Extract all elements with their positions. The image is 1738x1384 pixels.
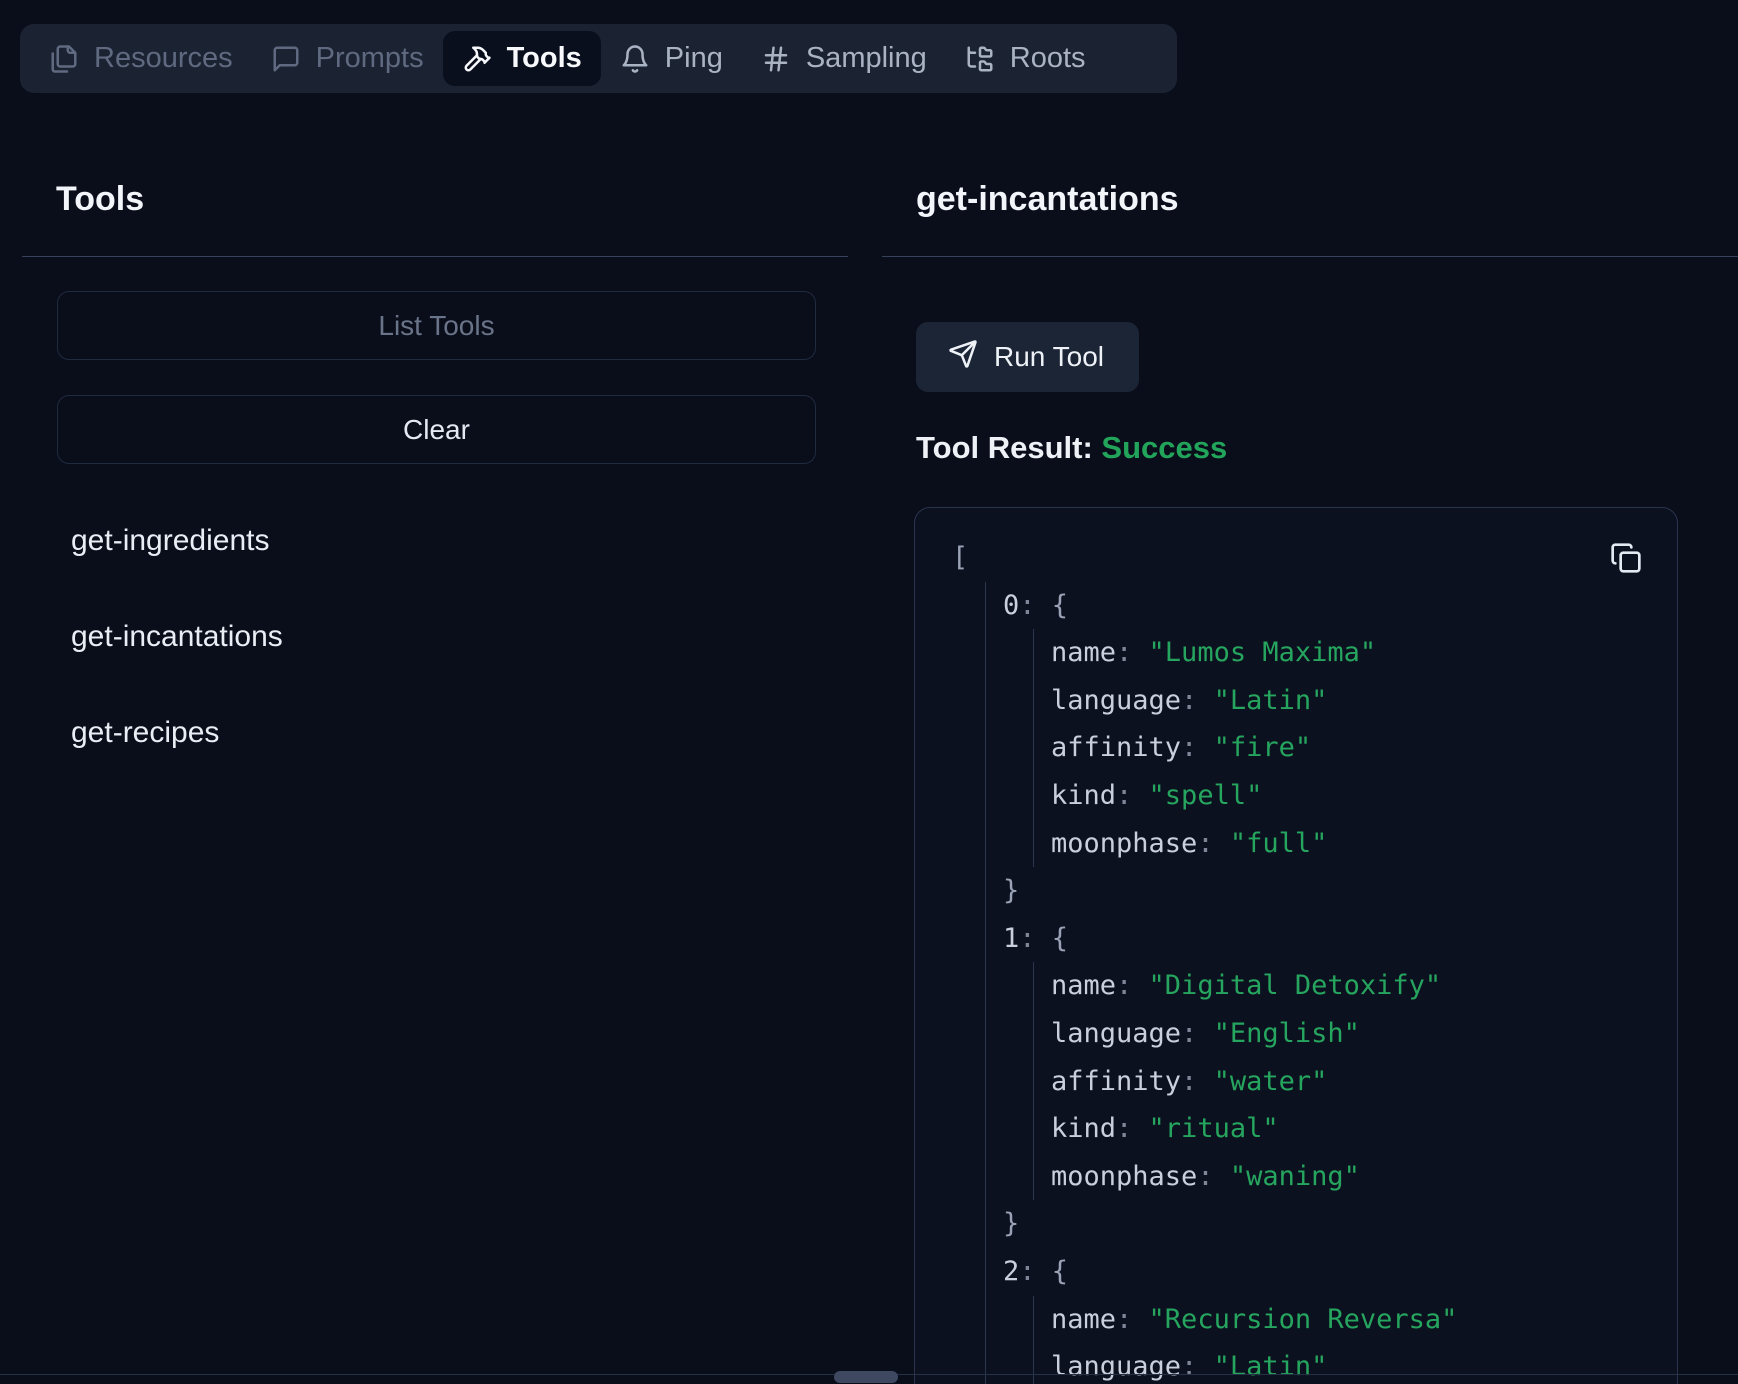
tools-panel-title: Tools (56, 180, 144, 219)
json-line: name: "Lumos Maxima" (1051, 629, 1457, 677)
json-line: 1: { (1003, 915, 1457, 963)
json-line: 0: { (1003, 582, 1457, 630)
message-square-icon (271, 44, 301, 74)
tab-label: Ping (665, 42, 723, 75)
horizontal-scrollbar-thumb[interactable] (834, 1371, 898, 1383)
json-line: moonphase: "full" (1051, 820, 1457, 868)
tab-label: Roots (1010, 42, 1086, 75)
json-line: [ (952, 534, 1457, 582)
json-line: name: "Recursion Reversa" (1051, 1296, 1457, 1344)
tool-result-line: Tool Result: Success (916, 430, 1227, 466)
tab-label: Prompts (316, 42, 424, 75)
json-line: language: "Latin" (1051, 1343, 1457, 1384)
copy-button[interactable] (1610, 542, 1642, 574)
copy-icon (1610, 561, 1642, 578)
clear-button[interactable]: Clear (57, 395, 816, 464)
json-line: language: "Latin" (1051, 677, 1457, 725)
tool-result-label: Tool Result: (916, 430, 1093, 465)
tab-sampling[interactable]: Sampling (742, 31, 946, 86)
send-icon (948, 339, 978, 376)
tab-label: Tools (507, 42, 582, 75)
json-line: name: "Digital Detoxify" (1051, 962, 1457, 1010)
json-line: moonphase: "waning" (1051, 1153, 1457, 1201)
files-icon (49, 44, 79, 74)
right-divider (882, 256, 1738, 257)
json-line: language: "English" (1051, 1010, 1457, 1058)
json-line: affinity: "water" (1051, 1058, 1457, 1106)
tab-tools[interactable]: Tools (443, 31, 601, 86)
tab-resources[interactable]: Resources (30, 31, 252, 86)
list-tools-button[interactable]: List Tools (57, 291, 816, 360)
json-line: kind: "ritual" (1051, 1105, 1457, 1153)
tab-prompts[interactable]: Prompts (252, 31, 443, 86)
run-tool-button[interactable]: Run Tool (916, 322, 1139, 392)
tab-label: Resources (94, 42, 233, 75)
tab-roots[interactable]: Roots (946, 31, 1105, 86)
tab-label: Sampling (806, 42, 927, 75)
tab-ping[interactable]: Ping (601, 31, 742, 86)
tab-bar: Resources Prompts Tools Ping Sampling (20, 24, 1177, 93)
json-line: affinity: "fire" (1051, 724, 1457, 772)
hammer-icon (462, 44, 492, 74)
tool-list-item-get-incantations[interactable]: get-incantations (71, 620, 283, 654)
app: Resources Prompts Tools Ping Sampling (0, 0, 1738, 1384)
bell-icon (620, 44, 650, 74)
folder-tree-icon (965, 44, 995, 74)
tool-list-item-get-recipes[interactable]: get-recipes (71, 716, 219, 750)
json-line: kind: "spell" (1051, 772, 1457, 820)
json-tree: [0: {name: "Lumos Maxima"language: "Lati… (952, 534, 1457, 1384)
selected-tool-title: get-incantations (916, 180, 1179, 219)
hash-icon (761, 44, 791, 74)
left-divider (22, 256, 848, 257)
tool-list-item-get-ingredients[interactable]: get-ingredients (71, 524, 269, 558)
json-line: 2: { (1003, 1248, 1457, 1296)
json-line: } (1003, 867, 1457, 915)
tool-result-status: Success (1101, 430, 1227, 465)
json-line: } (1003, 1200, 1457, 1248)
